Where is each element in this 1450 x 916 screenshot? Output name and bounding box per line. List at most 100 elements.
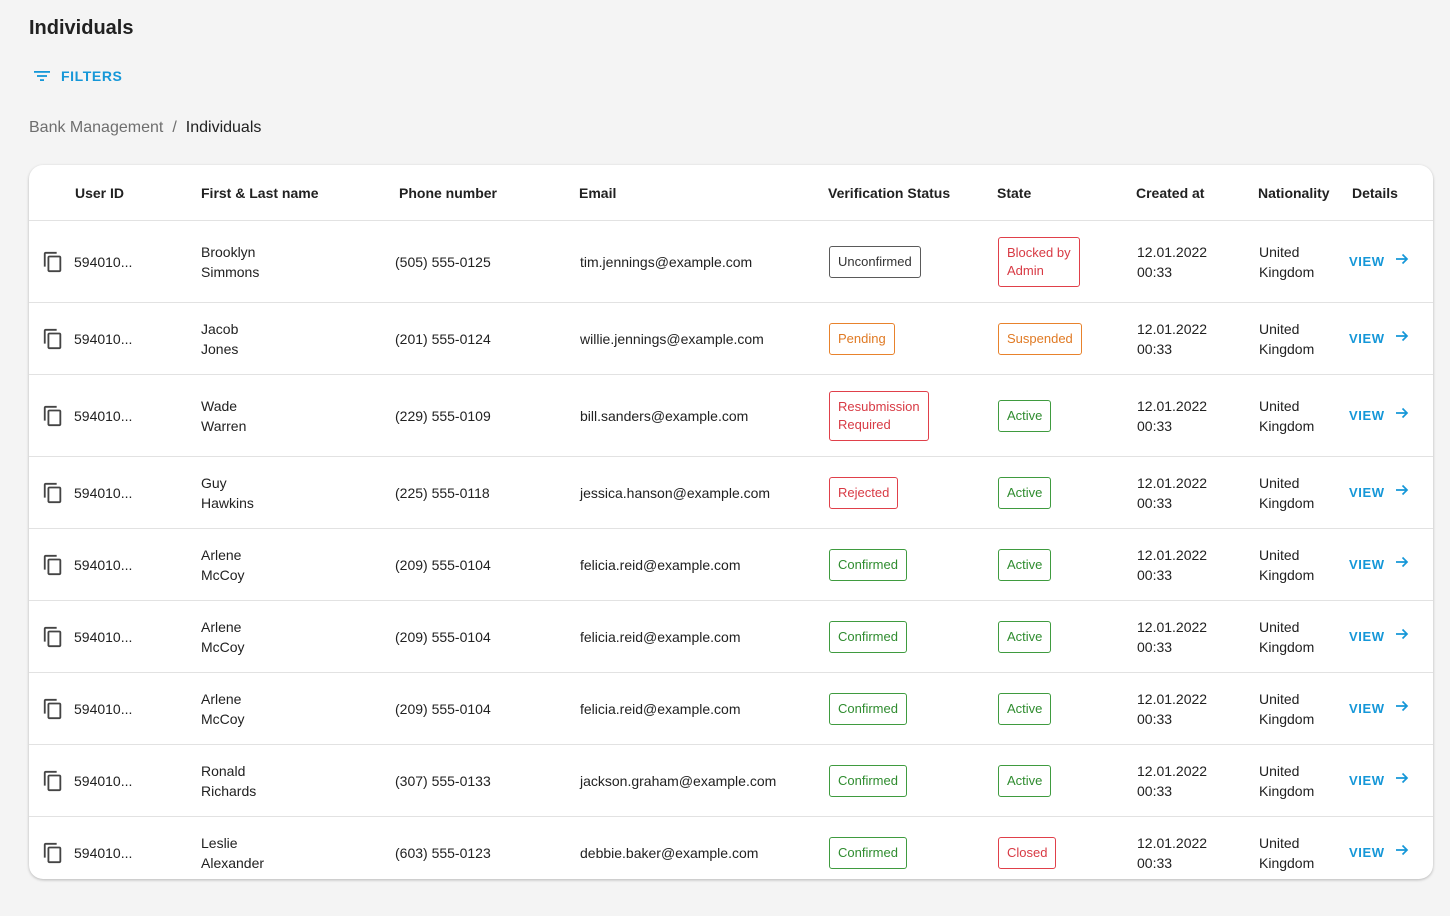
arrow-right-icon <box>1395 483 1409 503</box>
view-details-link[interactable]: VIEW <box>1349 771 1409 791</box>
arrow-right-icon <box>1395 627 1409 647</box>
phone-number: (603) 555-0123 <box>395 844 491 861</box>
view-label: VIEW <box>1349 773 1385 788</box>
individuals-table-card: User ID First & Last name Phone number E… <box>29 165 1433 879</box>
verification-status-badge: Resubmission Required <box>829 390 929 441</box>
created-at: 12.01.2022 00:33 <box>1137 320 1208 357</box>
state-badge: Active <box>998 764 1052 797</box>
user-id: 594010... <box>74 407 133 424</box>
header-user-id[interactable]: User ID <box>29 165 188 221</box>
table-row: 594010... Ronald Richards (307) 555-0133… <box>29 744 1433 817</box>
view-details-link[interactable]: VIEW <box>1349 699 1409 719</box>
arrow-right-icon <box>1395 771 1409 791</box>
copy-icon[interactable] <box>42 626 64 648</box>
table-header-row: User ID First & Last name Phone number E… <box>29 165 1433 221</box>
created-at: 12.01.2022 00:33 <box>1137 546 1208 583</box>
verification-status-badge: Pending <box>829 322 895 355</box>
phone-number: (505) 555-0125 <box>395 253 491 270</box>
nationality: United Kingdom <box>1259 320 1315 357</box>
view-details-link[interactable]: VIEW <box>1349 843 1409 863</box>
user-id: 594010... <box>74 844 133 861</box>
created-at: 12.01.2022 00:33 <box>1137 397 1208 434</box>
state-badge: Active <box>998 620 1052 653</box>
header-name[interactable]: First & Last name <box>188 165 387 221</box>
created-at: 12.01.2022 00:33 <box>1137 474 1208 511</box>
copy-icon[interactable] <box>42 554 64 576</box>
nationality: United Kingdom <box>1259 474 1315 511</box>
header-verification-status[interactable]: Verification Status <box>818 165 987 221</box>
phone-number: (209) 555-0104 <box>395 628 491 645</box>
email: felicia.reid@example.com <box>580 556 741 573</box>
header-details: Details <box>1338 165 1433 221</box>
state-badge: Active <box>998 476 1052 509</box>
phone-number: (209) 555-0104 <box>395 556 491 573</box>
state-badge: Active <box>998 399 1052 432</box>
full-name: Ronald Richards <box>201 762 257 799</box>
view-details-link[interactable]: VIEW <box>1349 483 1409 503</box>
state-badge: Suspended <box>998 322 1082 355</box>
header-state[interactable]: State <box>987 165 1125 221</box>
nationality: United Kingdom <box>1259 546 1315 583</box>
full-name: Arlene McCoy <box>201 690 245 727</box>
view-label: VIEW <box>1349 701 1385 716</box>
table-row: 594010... Leslie Alexander (603) 555-012… <box>29 817 1433 880</box>
arrow-right-icon <box>1395 555 1409 575</box>
phone-number: (201) 555-0124 <box>395 330 491 347</box>
created-at: 12.01.2022 00:33 <box>1137 690 1208 727</box>
table-row: 594010... Guy Hawkins (225) 555-0118 jes… <box>29 456 1433 529</box>
view-details-link[interactable]: VIEW <box>1349 329 1409 349</box>
breadcrumb-current: Individuals <box>185 119 262 136</box>
created-at: 12.01.2022 00:33 <box>1137 834 1208 871</box>
view-label: VIEW <box>1349 845 1385 860</box>
created-at: 12.01.2022 00:33 <box>1137 243 1208 280</box>
full-name: Brooklyn Simmons <box>201 243 260 280</box>
table-row: 594010... Arlene McCoy (209) 555-0104 fe… <box>29 528 1433 601</box>
verification-status-badge: Rejected <box>829 476 899 509</box>
email: jackson.graham@example.com <box>580 772 777 789</box>
table-body: 594010... Brooklyn Simmons (505) 555-012… <box>29 220 1433 880</box>
header-phone[interactable]: Phone number <box>387 165 571 221</box>
copy-icon[interactable] <box>42 251 64 273</box>
copy-icon[interactable] <box>42 482 64 504</box>
header-email[interactable]: Email <box>571 165 818 221</box>
table-row: 594010... Brooklyn Simmons (505) 555-012… <box>29 220 1433 303</box>
verification-status-badge: Confirmed <box>829 692 907 725</box>
header-created-at[interactable]: Created at <box>1125 165 1247 221</box>
arrow-right-icon <box>1395 699 1409 719</box>
header-nationality[interactable]: Nationality <box>1247 165 1338 221</box>
state-badge: Active <box>998 548 1052 581</box>
copy-icon[interactable] <box>42 698 64 720</box>
user-id: 594010... <box>74 700 133 717</box>
view-label: VIEW <box>1349 485 1385 500</box>
view-details-link[interactable]: VIEW <box>1349 627 1409 647</box>
view-label: VIEW <box>1349 557 1385 572</box>
breadcrumb-parent[interactable]: Bank Management <box>29 119 163 137</box>
filters-label: FILTERS <box>61 68 123 84</box>
copy-icon[interactable] <box>42 405 64 427</box>
table-row: 594010... Wade Warren (229) 555-0109 bil… <box>29 374 1433 457</box>
phone-number: (307) 555-0133 <box>395 772 491 789</box>
copy-icon[interactable] <box>42 770 64 792</box>
verification-status-badge: Confirmed <box>829 548 907 581</box>
verification-status-badge: Confirmed <box>829 836 907 869</box>
view-details-link[interactable]: VIEW <box>1349 252 1409 272</box>
breadcrumb-separator: / <box>172 119 177 136</box>
full-name: Leslie Alexander <box>201 834 265 871</box>
phone-number: (225) 555-0118 <box>395 484 490 501</box>
copy-icon[interactable] <box>42 842 64 864</box>
view-label: VIEW <box>1349 331 1385 346</box>
breadcrumb: Bank Management / Individuals <box>29 119 261 137</box>
table-row: 594010... Arlene McCoy (209) 555-0104 fe… <box>29 672 1433 745</box>
view-label: VIEW <box>1349 629 1385 644</box>
arrow-right-icon <box>1395 252 1409 272</box>
filters-button[interactable]: FILTERS <box>33 68 123 84</box>
user-id: 594010... <box>74 253 133 270</box>
view-details-link[interactable]: VIEW <box>1349 555 1409 575</box>
state-badge: Active <box>998 692 1052 725</box>
copy-icon[interactable] <box>42 328 64 350</box>
page-title: Individuals <box>29 17 134 39</box>
view-details-link[interactable]: VIEW <box>1349 406 1409 426</box>
user-id: 594010... <box>74 556 133 573</box>
nationality: United Kingdom <box>1259 690 1315 727</box>
nationality: United Kingdom <box>1259 618 1315 655</box>
